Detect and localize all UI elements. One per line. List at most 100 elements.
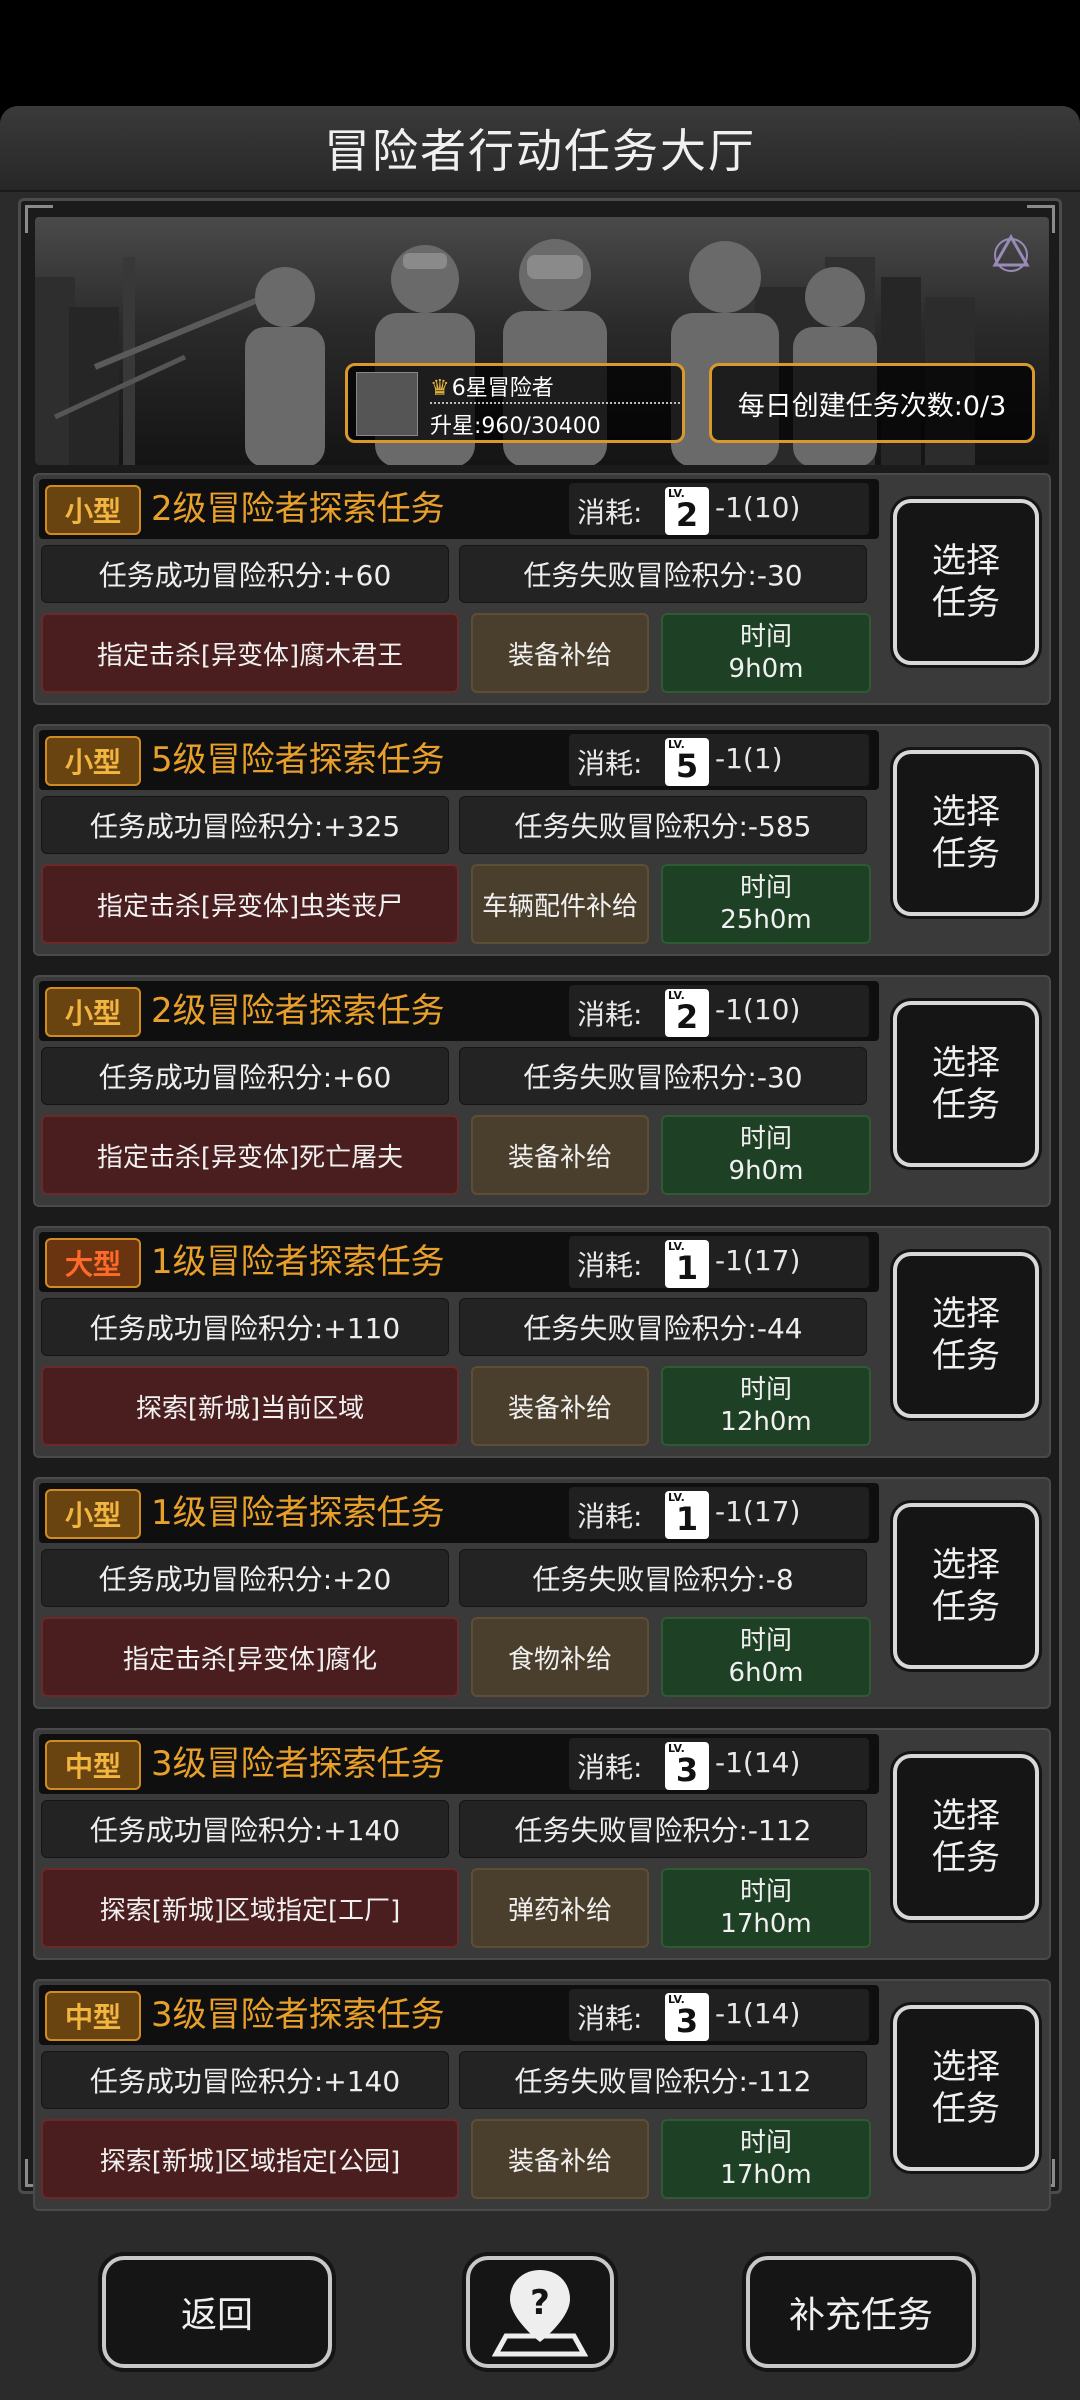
- task-header: 小型 5级冒险者探索任务 消耗: LV. 5 -1(1): [39, 730, 879, 790]
- cost-label: 消耗:: [577, 747, 643, 780]
- rank-name: ♛6星冒险者: [430, 370, 554, 402]
- cost-label: 消耗:: [577, 998, 643, 1031]
- task-title: 2级冒险者探索任务: [151, 489, 445, 529]
- task-card: 中型 3级冒险者探索任务 消耗: LV. 3 -1(14) 任务成功冒险积分:+140 任务失…: [33, 1979, 1051, 2211]
- duration-label: 时间: [739, 1626, 792, 1656]
- task-duration: 时间 12h0m: [661, 1366, 871, 1446]
- task-duration: 时间 17h0m: [661, 2119, 871, 2199]
- select-task-button[interactable]: 选择任务: [893, 1503, 1039, 1669]
- mission-hall-panel: 冒险者行动任务大厅 ♛6星冒险者 升星:960/30400 每日创建任务次数:0…: [0, 106, 1080, 2400]
- select-task-button[interactable]: 选择任务: [893, 499, 1039, 665]
- rank-info-panel[interactable]: ♛6星冒险者 升星:960/30400: [345, 363, 685, 443]
- task-card: 中型 3级冒险者探索任务 消耗: LV. 3 -1(14) 任务成功冒险积分:+140 任务失…: [33, 1728, 1051, 1960]
- cost-value: -1(14): [715, 1746, 801, 1779]
- task-header: 小型 2级冒险者探索任务 消耗: LV. 2 -1(10): [39, 981, 879, 1041]
- fail-points: 任务失败冒险积分:-112: [459, 2051, 867, 2109]
- help-button[interactable]: ?: [466, 2256, 614, 2368]
- task-reward-supply: 食物补给: [471, 1617, 649, 1697]
- task-reward-supply: 装备补给: [471, 2119, 649, 2199]
- page-title: 冒险者行动任务大厅: [324, 124, 756, 178]
- task-reward-supply: 装备补给: [471, 1115, 649, 1195]
- task-title: 3级冒险者探索任务: [151, 1744, 445, 1784]
- task-duration: 时间 6h0m: [661, 1617, 871, 1697]
- level-card-number: 5: [675, 747, 699, 785]
- cost-value: -1(10): [715, 993, 801, 1026]
- task-cost: 消耗: LV. 3 -1(14): [569, 1738, 869, 1790]
- crown-icon: ♛: [430, 376, 450, 401]
- cost-value: -1(17): [715, 1244, 801, 1277]
- task-objective: 指定击杀[异变体]腐化: [41, 1617, 459, 1697]
- cost-value: -1(10): [715, 491, 801, 524]
- task-size-tag: 小型: [45, 485, 141, 535]
- fail-points: 任务失败冒险积分:-30: [459, 1047, 867, 1105]
- task-cost: 消耗: LV. 5 -1(1): [569, 734, 869, 786]
- title-bar: 冒险者行动任务大厅: [0, 106, 1080, 192]
- task-card: 小型 1级冒险者探索任务 消耗: LV. 1 -1(17) 任务成功冒险积分:+20 任务失败…: [33, 1477, 1051, 1709]
- fail-points: 任务失败冒险积分:-30: [459, 545, 867, 603]
- task-header: 小型 2级冒险者探索任务 消耗: LV. 2 -1(10): [39, 479, 879, 539]
- select-task-button[interactable]: 选择任务: [893, 1754, 1039, 1920]
- success-points: 任务成功冒险积分:+60: [41, 545, 449, 603]
- duration-label: 时间: [739, 873, 792, 903]
- cost-label: 消耗:: [577, 1751, 643, 1784]
- rank-divider: [430, 402, 680, 404]
- task-reward-supply: 车辆配件补给: [471, 864, 649, 944]
- select-task-button[interactable]: 选择任务: [893, 1001, 1039, 1167]
- task-title: 2级冒险者探索任务: [151, 991, 445, 1031]
- task-cost: 消耗: LV. 3 -1(14): [569, 1989, 869, 2041]
- cost-label: 消耗:: [577, 496, 643, 529]
- mission-list-frame: ♛6星冒险者 升星:960/30400 每日创建任务次数:0/3 小型 2级冒险者…: [18, 198, 1062, 2211]
- task-objective: 指定击杀[异变体]虫类丧尸: [41, 864, 459, 944]
- task-duration: 时间 17h0m: [661, 1868, 871, 1948]
- task-reward-supply: 装备补给: [471, 613, 649, 693]
- task-reward-supply: 装备补给: [471, 1366, 649, 1446]
- cost-label: 消耗:: [577, 1249, 643, 1282]
- duration-value: 17h0m: [720, 2160, 812, 2190]
- task-title: 3级冒险者探索任务: [151, 1995, 445, 2035]
- task-card: 小型 2级冒险者探索任务 消耗: LV. 2 -1(10) 任务成功冒险积分:+60 任务失败…: [33, 473, 1051, 705]
- refill-tasks-button[interactable]: 补充任务: [746, 2256, 976, 2368]
- level-card-icon: LV. 3: [665, 1993, 709, 2041]
- task-header: 小型 1级冒险者探索任务 消耗: LV. 1 -1(17): [39, 1483, 879, 1543]
- task-duration: 时间 25h0m: [661, 864, 871, 944]
- daily-create-counter: 每日创建任务次数:0/3: [709, 363, 1035, 443]
- task-size-tag: 大型: [45, 1238, 141, 1288]
- fail-points: 任务失败冒险积分:-585: [459, 796, 867, 854]
- select-task-button[interactable]: 选择任务: [893, 2005, 1039, 2171]
- fail-points: 任务失败冒险积分:-112: [459, 1800, 867, 1858]
- level-card-number: 3: [675, 1751, 699, 1789]
- task-card: 大型 1级冒险者探索任务 消耗: LV. 1 -1(17) 任务成功冒险积分:+110 任务失…: [33, 1226, 1051, 1458]
- success-points: 任务成功冒险积分:+325: [41, 796, 449, 854]
- level-card-number: 2: [675, 998, 699, 1036]
- task-card: 小型 2级冒险者探索任务 消耗: LV. 2 -1(10) 任务成功冒险积分:+60 任务失败…: [33, 975, 1051, 1207]
- cost-value: -1(14): [715, 1997, 801, 2030]
- footer-bar: 返回 ? 补充任务: [0, 2206, 1080, 2400]
- duration-label: 时间: [739, 1124, 792, 1154]
- fail-points: 任务失败冒险积分:-44: [459, 1298, 867, 1356]
- level-card-icon: LV. 1: [665, 1491, 709, 1539]
- task-objective: 探索[新城]当前区域: [41, 1366, 459, 1446]
- duration-label: 时间: [739, 622, 792, 652]
- task-duration: 时间 9h0m: [661, 613, 871, 693]
- task-reward-supply: 弹药补给: [471, 1868, 649, 1948]
- select-task-button[interactable]: 选择任务: [893, 750, 1039, 916]
- task-size-tag: 小型: [45, 987, 141, 1037]
- duration-label: 时间: [739, 1375, 792, 1405]
- rank-progress: 升星:960/30400: [430, 414, 601, 439]
- task-title: 1级冒险者探索任务: [151, 1493, 445, 1533]
- task-duration: 时间 9h0m: [661, 1115, 871, 1195]
- task-size-tag: 中型: [45, 1991, 141, 2041]
- level-card-icon: LV. 3: [665, 1742, 709, 1790]
- select-task-button[interactable]: 选择任务: [893, 1252, 1039, 1418]
- cost-value: -1(1): [715, 742, 783, 775]
- level-card-icon: LV. 2: [665, 487, 709, 535]
- duration-label: 时间: [739, 2128, 792, 2158]
- cost-label: 消耗:: [577, 2002, 643, 2035]
- duration-label: 时间: [739, 1877, 792, 1907]
- fail-points: 任务失败冒险积分:-8: [459, 1549, 867, 1607]
- task-objective: 探索[新城]区域指定[公园]: [41, 2119, 459, 2199]
- duration-value: 25h0m: [720, 905, 812, 935]
- task-title: 1级冒险者探索任务: [151, 1242, 445, 1282]
- back-button[interactable]: 返回: [102, 2256, 332, 2368]
- level-card-number: 1: [675, 1249, 699, 1287]
